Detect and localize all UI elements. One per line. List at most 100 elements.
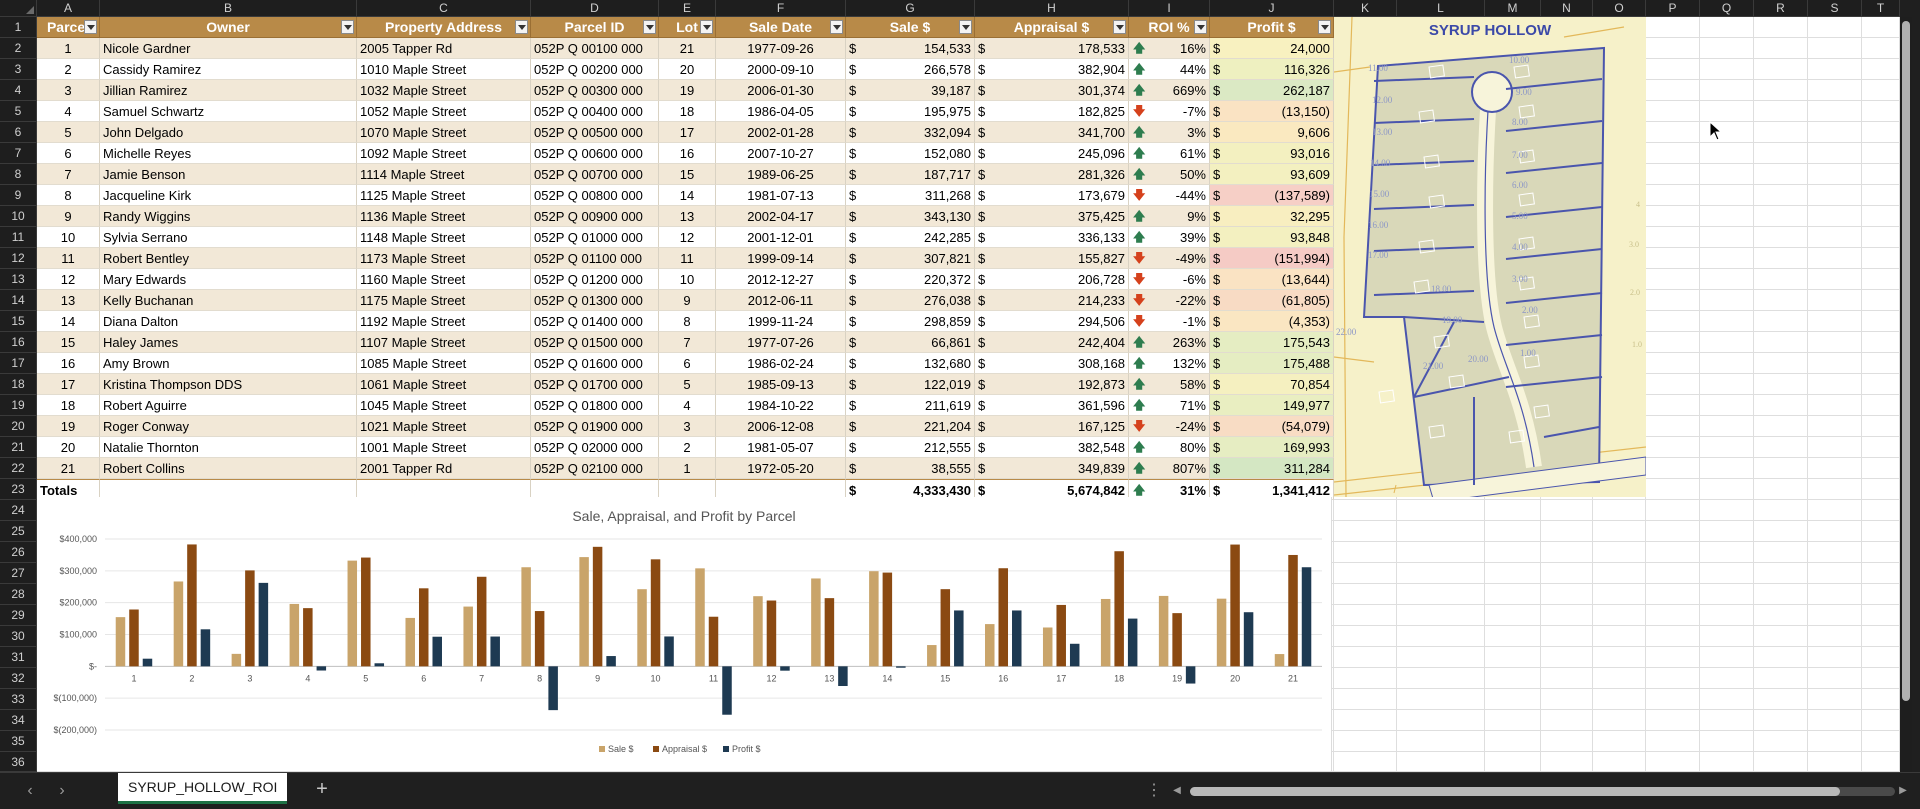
parcel-id-cell[interactable]: 052P Q 00600 000: [531, 143, 659, 164]
empty-cell[interactable]: [1862, 101, 1900, 122]
empty-cell[interactable]: [1700, 416, 1754, 437]
sale-date-cell[interactable]: 2012-12-27: [716, 269, 846, 290]
parcel-id-cell[interactable]: 052P Q 01300 000: [531, 290, 659, 311]
empty-cell[interactable]: [1700, 185, 1754, 206]
empty-cell[interactable]: [1700, 479, 1754, 500]
empty-cell[interactable]: [1700, 647, 1754, 668]
empty-cell[interactable]: [1646, 479, 1700, 500]
empty-cell[interactable]: [1593, 689, 1646, 710]
sale-date-cell[interactable]: 1989-06-25: [716, 164, 846, 185]
empty-cell[interactable]: [1334, 752, 1397, 772]
empty-cell[interactable]: [1700, 437, 1754, 458]
parcel-cell[interactable]: 20: [37, 437, 100, 458]
empty-cell[interactable]: [1397, 521, 1485, 542]
row-header[interactable]: 17: [0, 353, 37, 374]
filter-dropdown-icon[interactable]: [84, 20, 97, 34]
row-header[interactable]: 18: [0, 374, 37, 395]
empty-cell[interactable]: [1646, 647, 1700, 668]
empty-cell[interactable]: [1593, 752, 1646, 772]
parcel-cell[interactable]: 21: [37, 458, 100, 479]
owner-cell[interactable]: Jamie Benson: [100, 164, 357, 185]
lot-cell[interactable]: 11: [659, 248, 716, 269]
sale-cell[interactable]: $307,821: [846, 248, 975, 269]
empty-cell[interactable]: [1485, 521, 1541, 542]
lot-cell[interactable]: 18: [659, 101, 716, 122]
add-sheet-button[interactable]: +: [311, 778, 333, 801]
empty-cell[interactable]: [1808, 752, 1862, 772]
empty-cell[interactable]: [1646, 164, 1700, 185]
empty-cell[interactable]: [1754, 731, 1808, 752]
sale-date-cell[interactable]: 2006-01-30: [716, 80, 846, 101]
lot-cell[interactable]: 5: [659, 374, 716, 395]
empty-cell[interactable]: [1754, 584, 1808, 605]
empty-cell[interactable]: [1862, 38, 1900, 59]
empty-cell[interactable]: [1754, 227, 1808, 248]
address-cell[interactable]: 1160 Maple Street: [357, 269, 531, 290]
empty-cell[interactable]: [1593, 584, 1646, 605]
empty-cell[interactable]: [1646, 332, 1700, 353]
column-header-c[interactable]: C: [357, 0, 531, 17]
parcel-cell[interactable]: 16: [37, 353, 100, 374]
sale-cell[interactable]: $122,019: [846, 374, 975, 395]
parcel-id-cell[interactable]: 052P Q 01400 000: [531, 311, 659, 332]
empty-cell[interactable]: [1862, 332, 1900, 353]
roi-cell[interactable]: 🡅 44%: [1129, 59, 1210, 80]
address-cell[interactable]: 1148 Maple Street: [357, 227, 531, 248]
column-header-g[interactable]: G: [846, 0, 975, 17]
owner-cell[interactable]: Sylvia Serrano: [100, 227, 357, 248]
empty-cell[interactable]: [1541, 752, 1593, 772]
empty-cell[interactable]: [1862, 542, 1900, 563]
empty-cell[interactable]: [1397, 500, 1485, 521]
sale-cell[interactable]: $66,861: [846, 332, 975, 353]
profit-cell[interactable]: $24,000: [1210, 38, 1334, 59]
empty-cell[interactable]: [1862, 395, 1900, 416]
roi-cell[interactable]: 🡅 263%: [1129, 332, 1210, 353]
empty-cell[interactable]: [1334, 626, 1397, 647]
parcel-cell[interactable]: 7: [37, 164, 100, 185]
row-header[interactable]: 22: [0, 458, 37, 479]
empty-cell[interactable]: [1808, 731, 1862, 752]
row-header[interactable]: 30: [0, 626, 37, 647]
appraisal-cell[interactable]: $192,873: [975, 374, 1129, 395]
lot-cell[interactable]: 14: [659, 185, 716, 206]
owner-cell[interactable]: Michelle Reyes: [100, 143, 357, 164]
empty-cell[interactable]: [1646, 353, 1700, 374]
empty-cell[interactable]: [1397, 605, 1485, 626]
owner-cell[interactable]: Randy Wiggins: [100, 206, 357, 227]
address-cell[interactable]: 1001 Maple Street: [357, 437, 531, 458]
empty-cell[interactable]: [1541, 542, 1593, 563]
appraisal-cell[interactable]: $182,825: [975, 101, 1129, 122]
table-header-cell[interactable]: Sale Date: [716, 17, 846, 38]
parcel-id-cell[interactable]: 052P Q 01100 000: [531, 248, 659, 269]
row-header[interactable]: 28: [0, 584, 37, 605]
owner-cell[interactable]: Mary Edwards: [100, 269, 357, 290]
empty-cell[interactable]: [1862, 416, 1900, 437]
empty-cell[interactable]: [1754, 269, 1808, 290]
empty-cell[interactable]: [1808, 605, 1862, 626]
empty-cell[interactable]: [1541, 500, 1593, 521]
parcel-id-cell[interactable]: 052P Q 02100 000: [531, 458, 659, 479]
roi-cell[interactable]: 🡅 9%: [1129, 206, 1210, 227]
parcel-id-cell[interactable]: 052P Q 01000 000: [531, 227, 659, 248]
address-cell[interactable]: 1070 Maple Street: [357, 122, 531, 143]
roi-cell[interactable]: 🡅 807%: [1129, 458, 1210, 479]
parcel-cell[interactable]: 17: [37, 374, 100, 395]
appraisal-cell[interactable]: $308,168: [975, 353, 1129, 374]
owner-cell[interactable]: Roger Conway: [100, 416, 357, 437]
sale-date-cell[interactable]: 1999-09-14: [716, 248, 846, 269]
empty-cell[interactable]: [1334, 521, 1397, 542]
table-header-cell[interactable]: Parcel: [37, 17, 100, 38]
lot-cell[interactable]: 12: [659, 227, 716, 248]
empty-cell[interactable]: [1541, 647, 1593, 668]
sale-date-cell[interactable]: 1999-11-24: [716, 311, 846, 332]
address-cell[interactable]: 1021 Maple Street: [357, 416, 531, 437]
address-cell[interactable]: 1061 Maple Street: [357, 374, 531, 395]
roi-cell[interactable]: 🡇 -44%: [1129, 185, 1210, 206]
empty-cell[interactable]: [1646, 290, 1700, 311]
empty-cell[interactable]: [1754, 689, 1808, 710]
column-header-m[interactable]: M: [1485, 0, 1541, 17]
row-header[interactable]: 15: [0, 311, 37, 332]
empty-cell[interactable]: [1700, 584, 1754, 605]
column-header-s[interactable]: S: [1808, 0, 1862, 17]
table-header-cell[interactable]: Appraisal $: [975, 17, 1129, 38]
